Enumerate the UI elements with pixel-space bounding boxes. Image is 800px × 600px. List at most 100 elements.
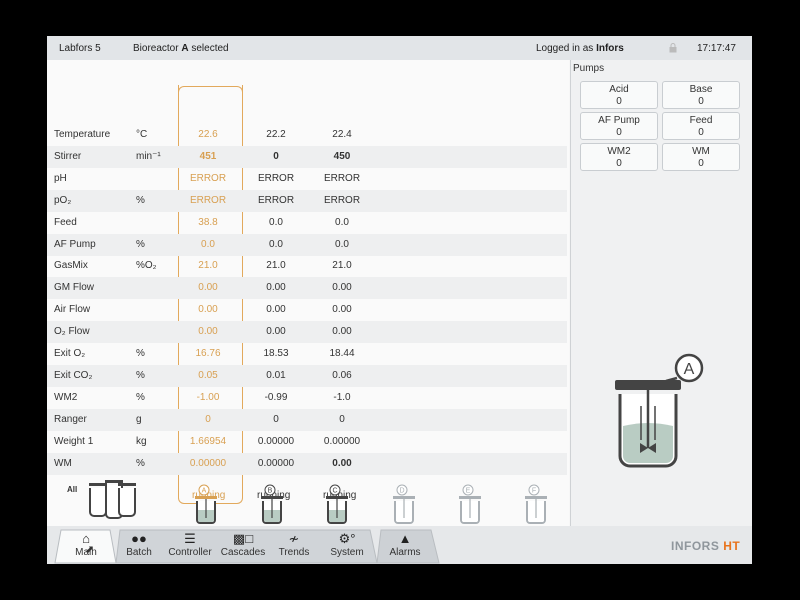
svg-text:F: F [532,488,536,495]
pump-label: Base [689,84,713,95]
pump-button-base[interactable]: Base 0 [662,81,740,109]
batch-icon: ●● [131,531,147,546]
bottom-navigation: ⌂ Main ●● Batch ☰ Controller ▩□ Cascades… [47,526,752,564]
table-row[interactable]: Exit O₂% 16.76 18.53 18.44 [47,343,567,365]
table-row[interactable]: WM% 0.00000 0.00000 0.00 [47,452,567,475]
value-reactor-b: 0.00000 [257,457,295,469]
parameter-name: GM Flow [54,282,94,294]
parameter-name: WM [54,457,72,469]
value-reactor-c: ERROR [323,172,361,184]
vessel-selector-a[interactable]: A [191,484,221,528]
parameter-name: Ranger [54,413,87,425]
value-reactor-c: 0.0 [335,216,349,228]
parameter-unit: % [136,369,145,381]
parameter-name: Weight 1 [54,435,94,447]
parameter-unit: % [136,457,145,469]
tab-alarms[interactable]: ▲ Alarms [382,530,428,562]
tab-controller-label: Controller [168,547,212,558]
value-reactor-a: 16.76 [195,348,221,359]
parameter-name: GasMix [54,260,88,272]
table-row[interactable]: GasMix %O₂ 21.0 21.0 21.0 [47,255,567,277]
svg-text:C: C [332,488,337,495]
parameter-unit: %O₂ [136,260,157,272]
bioreactor-id: A [181,43,189,54]
brand-suffix: HT [723,539,741,553]
parameter-unit: kg [136,435,147,447]
table-row[interactable]: GM Flow 0.00 0.00 0.00 [47,277,567,300]
value-reactor-c: 0.0 [335,238,349,250]
pump-button-acid[interactable]: Acid 0 [580,81,658,109]
tab-batch-label: Batch [126,547,152,558]
value-reactor-c: 450 [333,150,351,162]
brand-logo: INFORS HT [671,539,740,553]
pump-value: 0 [616,158,622,169]
value-reactor-b: ERROR [257,172,295,184]
value-reactor-c: 0.00 [332,457,352,469]
table-row[interactable]: AF Pump% 0.0 0.0 0.0 [47,233,567,256]
tab-cascades[interactable]: ▩□ Cascades [219,530,267,562]
value-reactor-c: ERROR [323,194,361,206]
screen: Labfors 5 Bioreactor A selected Logged i… [47,36,752,564]
tab-batch[interactable]: ●● Batch [119,530,159,562]
value-reactor-a: 0.05 [198,369,218,381]
cascades-icon: ▩□ [232,531,254,546]
pumps-title: Pumps [573,63,605,74]
all-label: All [67,485,78,494]
pump-button-wm[interactable]: WM 0 [662,143,740,171]
table-row[interactable]: WM2% -1.00 -0.99 -1.0 [47,387,567,409]
table-row[interactable]: Stirrer min⁻¹ 451 0 450 [47,145,567,168]
all-vessels-icon[interactable] [81,478,141,526]
pump-label: Acid [609,84,629,95]
bioreactor-suffix: selected [191,43,229,54]
parameter-unit: g [136,413,142,425]
bioreactor-vessel-large-icon: A [615,353,704,468]
value-reactor-c: 0.06 [332,369,352,381]
value-reactor-a: -1.00 [196,391,220,403]
table-row[interactable]: Temperature °C 22.6 22.2 22.4 [47,124,567,146]
cursor-icon: ⬈ [85,544,95,556]
login-prefix: Logged in as [536,43,594,54]
tab-system[interactable]: ⚙° System [325,530,369,562]
value-reactor-b: 0.01 [266,369,286,381]
parameter-unit: min⁻¹ [136,150,161,162]
lock-icon[interactable] [669,43,677,56]
value-reactor-b: 22.2 [266,129,286,140]
value-reactor-a: 0.00 [198,282,218,294]
vessel-selector-b[interactable]: B [257,484,287,528]
table-row[interactable]: O₂ Flow 0.00 0.00 0.00 [47,321,567,344]
value-reactor-a: 38.8 [198,216,218,228]
value-reactor-c: 0.00 [332,282,352,294]
pump-button-af-pump[interactable]: AF Pump 0 [580,112,658,140]
vessel-selector-e[interactable]: E [455,484,485,528]
table-row[interactable]: Exit CO₂% 0.05 0.01 0.06 [47,364,567,387]
value-reactor-b: -0.99 [264,391,288,403]
gear-icon: ⚙° [338,531,356,546]
parameter-name: Stirrer [54,150,82,162]
table-row[interactable]: pO₂% ERROR ERROR ERROR [47,189,567,212]
clock: 17:17:47 [697,43,736,54]
table-row[interactable]: pH ERROR ERROR ERROR [47,168,567,190]
vessel-selector-c[interactable]: C [322,484,352,528]
value-reactor-c: 0 [339,413,345,425]
table-row[interactable]: Ranger g 0 0 0 [47,408,567,431]
parameter-name: pO₂ [54,194,72,206]
value-reactor-a: 0.00 [198,304,218,316]
table-row[interactable]: Weight 1 kg 1.66954 0.00000 0.00000 [47,431,567,453]
vessel-selector-d[interactable]: D [389,484,419,528]
parameter-name: Exit CO₂ [54,369,93,381]
vessel-selector-f[interactable]: F [521,484,551,528]
parameter-name: Temperature [54,129,111,140]
tab-controller[interactable]: ☰ Controller [167,530,213,562]
table-row[interactable]: Feed 38.8 0.0 0.0 [47,212,567,234]
tab-trends[interactable]: ≁ Trends [273,530,315,562]
value-reactor-a: ERROR [189,194,227,206]
pump-button-feed[interactable]: Feed 0 [662,112,740,140]
table-row[interactable]: Air Flow 0.00 0.00 0.00 [47,299,567,321]
parameter-unit: % [136,238,145,250]
value-reactor-a: 0.0 [201,238,215,250]
value-reactor-c: 0.00000 [323,435,361,447]
pump-value: 0 [698,96,704,107]
svg-text:E: E [466,488,471,495]
pump-button-wm2[interactable]: WM2 0 [580,143,658,171]
value-reactor-a: ERROR [189,172,227,184]
